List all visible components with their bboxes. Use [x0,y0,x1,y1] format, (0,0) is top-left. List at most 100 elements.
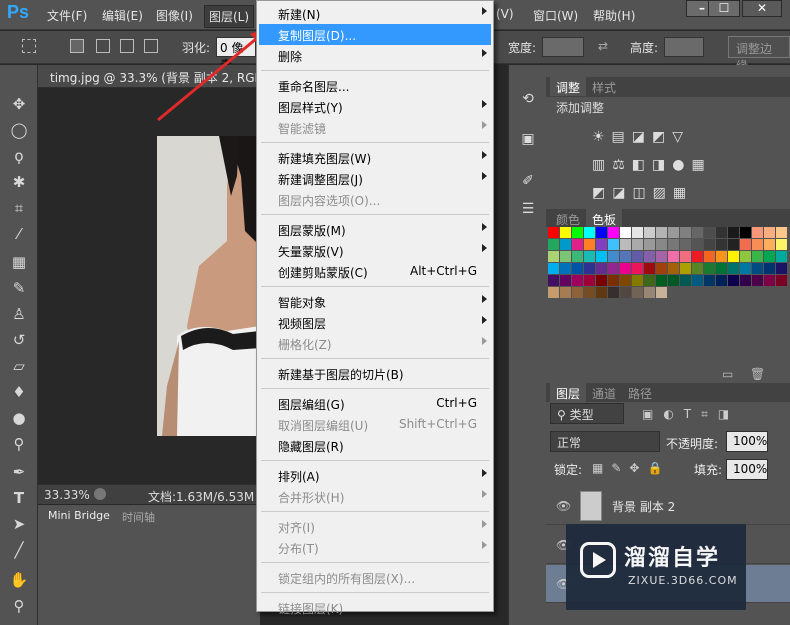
color-swatch[interactable] [704,239,715,250]
menu-window[interactable]: 窗口(W) [533,7,578,24]
color-swatch[interactable] [692,275,703,286]
intersect-selection-icon[interactable] [144,39,158,53]
layer-menu-item[interactable]: 图层样式(Y) [259,96,491,117]
color-swatch[interactable] [656,239,667,250]
layer-menu-item[interactable]: 分布(T) [259,537,491,558]
color-swatch[interactable] [632,251,643,262]
color-swatch[interactable] [668,239,679,250]
move-tool-icon[interactable]: ✥ [8,93,30,115]
tab-styles[interactable]: 样式 [586,77,622,96]
layer-menu-item[interactable]: 图层蒙版(M) [259,219,491,240]
color-swatch[interactable] [704,275,715,286]
menu-file[interactable]: 文件(F) [47,7,87,24]
blend-mode-select[interactable]: 正常 [550,431,660,452]
type-icon[interactable]: T [8,487,30,509]
layer-menu-item[interactable]: 合并形状(H) [259,486,491,507]
color-swatch[interactable] [752,263,763,274]
tab-channels[interactable]: 通道 [586,383,622,402]
menu-help[interactable]: 帮助(H) [593,7,635,24]
new-swatch-icon[interactable]: ▭ [722,367,733,381]
color-swatch[interactable] [644,227,655,238]
color-swatch[interactable] [740,227,751,238]
layer-menu-item[interactable]: 智能滤镜 [259,117,491,138]
color-swatch[interactable] [584,287,595,298]
healing-brush-icon[interactable]: ▦ [8,251,30,273]
stamp-icon[interactable]: ♙ [8,303,30,325]
color-swatch[interactable] [728,275,739,286]
paint-bucket-icon[interactable]: ♦ [8,381,30,403]
layer-menu-item[interactable]: 图层内容选项(O)... [259,189,491,210]
layer-row[interactable]: 👁 背景 副本 2 [546,487,790,525]
color-swatch[interactable] [620,263,631,274]
color-swatch[interactable] [632,287,643,298]
color-swatch[interactable] [620,287,631,298]
color-swatch[interactable] [620,239,631,250]
blur-icon[interactable]: ● [8,407,30,429]
color-swatch[interactable] [728,263,739,274]
color-swatch[interactable] [608,239,619,250]
color-swatch[interactable] [740,263,751,274]
3d-icon[interactable]: ▣ [518,131,538,151]
color-swatch[interactable] [608,263,619,274]
color-swatch[interactable] [620,227,631,238]
lasso-icon[interactable]: ϙ [8,145,30,167]
color-swatch[interactable] [740,251,751,262]
color-swatch[interactable] [548,287,559,298]
layer-menu-item[interactable]: 智能对象 [259,291,491,312]
color-swatch[interactable] [740,239,751,250]
color-swatch[interactable] [584,275,595,286]
color-swatch[interactable] [596,275,607,286]
opacity-input[interactable]: 100% [726,431,768,452]
color-swatch[interactable] [560,251,571,262]
color-swatch[interactable] [764,263,775,274]
color-swatch[interactable] [608,251,619,262]
color-swatch[interactable] [596,287,607,298]
visibility-eye-icon[interactable]: 👁 [556,499,571,513]
color-swatch[interactable] [644,263,655,274]
tab-timeline[interactable]: 时间轴 [122,509,155,525]
layer-menu-item[interactable]: 隐藏图层(R) [259,435,491,456]
canvas-area[interactable] [38,88,260,484]
path-selection-icon[interactable]: ➤ [8,513,30,535]
color-swatch[interactable] [560,287,571,298]
color-swatch[interactable] [584,227,595,238]
color-swatch[interactable] [596,263,607,274]
color-swatch[interactable] [776,239,787,250]
layer-menu-item[interactable]: 新建填充图层(W) [259,147,491,168]
color-swatch[interactable] [632,275,643,286]
tab-color[interactable]: 颜色 [550,209,586,228]
feather-input[interactable]: 0 像素 [216,37,256,72]
zoom-level[interactable]: 33.33% [44,488,90,502]
height-input[interactable] [664,37,704,57]
color-swatch[interactable] [620,275,631,286]
color-swatch[interactable] [608,227,619,238]
color-swatch[interactable] [680,227,691,238]
color-swatch[interactable] [776,263,787,274]
tab-mini-bridge[interactable]: Mini Bridge [48,509,110,522]
eyedropper-icon[interactable]: ⁄ [8,223,30,245]
color-swatch[interactable] [764,251,775,262]
color-swatch[interactable] [632,227,643,238]
color-swatch[interactable] [608,287,619,298]
color-swatch[interactable] [656,275,667,286]
color-swatch[interactable] [596,239,607,250]
color-swatch[interactable] [704,251,715,262]
layer-menu-item[interactable]: 栅格化(Z) [259,333,491,354]
properties-icon[interactable]: ☰ [518,201,538,221]
color-swatch[interactable] [776,227,787,238]
color-swatch[interactable] [572,275,583,286]
tab-adjustments[interactable]: 调整 [550,77,587,96]
color-swatch[interactable] [752,239,763,250]
color-swatch[interactable] [716,227,727,238]
color-swatch[interactable] [548,239,559,250]
color-swatch[interactable] [716,239,727,250]
layer-menu-item[interactable]: 链接图层(K) [259,597,491,618]
color-swatch[interactable] [716,263,727,274]
color-swatch[interactable] [752,275,763,286]
color-swatch[interactable] [572,251,583,262]
color-swatch[interactable] [752,251,763,262]
color-swatch[interactable] [644,275,655,286]
color-swatch[interactable] [656,287,667,298]
color-swatch[interactable] [752,227,763,238]
crop-icon[interactable]: ⌗ [8,197,30,219]
